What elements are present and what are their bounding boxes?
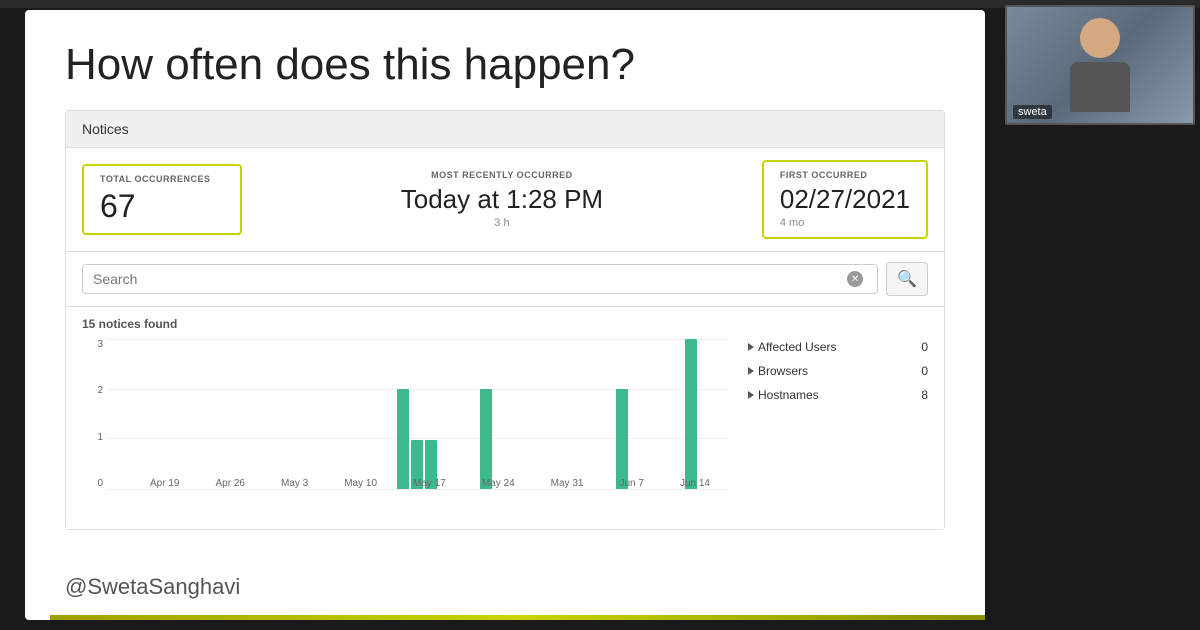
legend-hostnames-count: 8 (921, 388, 928, 402)
x-label-may17: May 17 (413, 478, 446, 489)
y-label-3: 3 (97, 339, 103, 350)
most-recently-box: MOST RECENTLY OCCURRED Today at 1:28 PM … (242, 162, 762, 237)
chart-legend: Affected Users 0 Browsers 0 Hostnames (748, 317, 928, 519)
legend-browsers[interactable]: Browsers 0 (748, 361, 928, 381)
search-button[interactable]: 🔍 (886, 262, 928, 296)
person-body (1070, 62, 1130, 112)
chart-area: 15 notices found 3 2 1 0 (66, 307, 944, 529)
y-label-2: 2 (97, 385, 103, 396)
total-occurrences-value: 67 (100, 188, 224, 225)
legend-affected-text: Affected Users (758, 340, 836, 354)
first-occurred-box: FIRST OCCURRED 02/27/2021 4 mo (762, 160, 928, 239)
x-label-jun14: Jun 14 (680, 478, 710, 489)
x-label-apr26: Apr 26 (215, 478, 244, 489)
bottom-bar (50, 615, 985, 620)
person-shape (1070, 18, 1130, 112)
chart-left: 15 notices found 3 2 1 0 (82, 317, 728, 519)
x-axis: Apr 19 Apr 26 May 3 May 10 May 17 May 24… (132, 461, 728, 489)
chart-inner: Apr 19 Apr 26 May 3 May 10 May 17 May 24… (107, 339, 728, 489)
x-label-apr19: Apr 19 (150, 478, 179, 489)
chart-count: 15 notices found (82, 317, 728, 331)
x-label-may3: May 3 (281, 478, 308, 489)
legend-hostnames[interactable]: Hostnames 8 (748, 385, 928, 405)
y-label-1: 1 (97, 432, 103, 443)
watermark: @SwetaSanghavi (65, 574, 240, 600)
search-input[interactable] (93, 271, 847, 287)
search-wrapper[interactable]: ✕ (82, 264, 878, 294)
x-label-may24: May 24 (482, 478, 515, 489)
notices-found-count: 15 notices found (82, 317, 177, 331)
first-occurred-sub: 4 mo (780, 217, 910, 229)
y-axis: 3 2 1 0 (82, 339, 107, 489)
triangle-icon-1 (748, 343, 754, 351)
first-occurred-label: FIRST OCCURRED (780, 170, 910, 180)
most-recently-label: MOST RECENTLY OCCURRED (258, 170, 746, 180)
x-label-may10: May 10 (344, 478, 377, 489)
notices-panel: Notices TOTAL OCCURRENCES 67 MOST RECENT… (65, 110, 945, 530)
x-label-jun7: Jun 7 (619, 478, 643, 489)
stats-row: TOTAL OCCURRENCES 67 MOST RECENTLY OCCUR… (66, 148, 944, 252)
legend-hostnames-text: Hostnames (758, 388, 819, 402)
legend-browsers-count: 0 (921, 364, 928, 378)
legend-affected-users[interactable]: Affected Users 0 (748, 337, 928, 357)
first-occurred-value: 02/27/2021 (780, 184, 910, 215)
legend-browsers-text: Browsers (758, 364, 808, 378)
most-recently-value: Today at 1:28 PM (258, 184, 746, 215)
grid-line-0 (107, 489, 728, 490)
triangle-icon-2 (748, 367, 754, 375)
legend-affected-label: Affected Users (748, 340, 836, 354)
triangle-icon-3 (748, 391, 754, 399)
main-slide: How often does this happen? Notices TOTA… (25, 10, 985, 620)
slide-title: How often does this happen? (25, 10, 985, 110)
legend-affected-count: 0 (921, 340, 928, 354)
person-head (1080, 18, 1120, 58)
clear-icon[interactable]: ✕ (847, 271, 863, 287)
total-occurrences-label: TOTAL OCCURRENCES (100, 174, 224, 184)
y-label-0: 0 (97, 478, 103, 489)
presenter-name: sweta (1013, 105, 1052, 119)
search-row: ✕ 🔍 (66, 252, 944, 307)
notices-header: Notices (66, 111, 944, 148)
presenter-box: sweta (1005, 5, 1195, 125)
x-label-may31: May 31 (551, 478, 584, 489)
legend-hostnames-label: Hostnames (748, 388, 819, 402)
legend-browsers-label: Browsers (748, 364, 808, 378)
total-occurrences-box: TOTAL OCCURRENCES 67 (82, 164, 242, 235)
chart-container: 3 2 1 0 (82, 339, 728, 519)
most-recently-sub: 3 h (258, 217, 746, 229)
